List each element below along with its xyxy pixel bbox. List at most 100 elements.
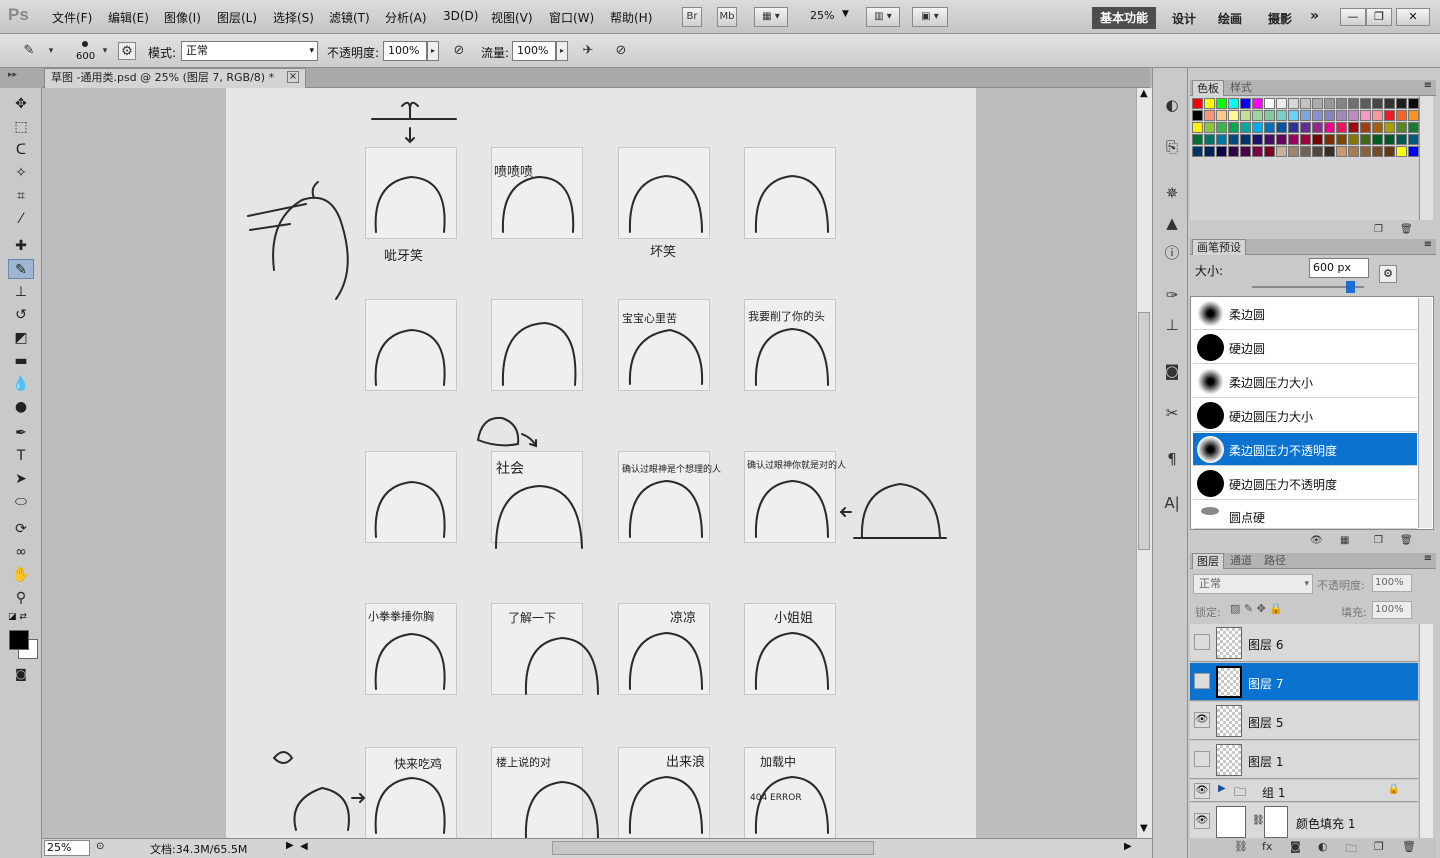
histogram-icon[interactable]: ▲ bbox=[1161, 212, 1183, 234]
flow-input[interactable]: 100% bbox=[512, 41, 556, 61]
color-swatch[interactable] bbox=[1336, 110, 1347, 121]
panel-menu-icon[interactable]: ≡ bbox=[1424, 239, 1432, 250]
brush-size-slider-thumb[interactable] bbox=[1346, 281, 1355, 293]
color-swatch[interactable] bbox=[1408, 98, 1419, 109]
color-swatch[interactable] bbox=[1240, 146, 1251, 157]
color-swatch[interactable] bbox=[1312, 98, 1323, 109]
eye-icon[interactable]: 👁 bbox=[1194, 783, 1210, 799]
swatches-scrollbar[interactable] bbox=[1419, 96, 1433, 220]
color-swatch[interactable] bbox=[1300, 122, 1311, 133]
color-swatch[interactable] bbox=[1312, 146, 1323, 157]
color-swatch[interactable] bbox=[1360, 122, 1371, 133]
color-swatch[interactable] bbox=[1396, 134, 1407, 145]
color-swatch[interactable] bbox=[1228, 146, 1239, 157]
color-swatch[interactable] bbox=[1276, 110, 1287, 121]
brush-preset-item-selected[interactable]: 柔边圆压力不透明度 bbox=[1193, 433, 1417, 466]
color-swatch[interactable] bbox=[1240, 134, 1251, 145]
visibility-toggle[interactable] bbox=[1194, 673, 1210, 689]
brush-preset-item[interactable]: 硬边圆压力不透明度 bbox=[1193, 467, 1417, 500]
color-swatch[interactable] bbox=[1252, 110, 1263, 121]
fill-input[interactable]: 100% bbox=[1372, 601, 1412, 619]
move-tool-icon[interactable]: ✥ bbox=[8, 94, 34, 114]
status-info-icon[interactable]: ⊙ bbox=[96, 841, 104, 852]
brush-tool-icon[interactable]: ✎ bbox=[20, 42, 38, 60]
trash-icon[interactable]: 🗑 bbox=[1400, 224, 1413, 235]
color-swatch[interactable] bbox=[1360, 110, 1371, 121]
color-swatch[interactable] bbox=[1216, 98, 1227, 109]
tablet-size-icon[interactable]: ⊘ bbox=[612, 42, 630, 60]
screen-mode-button[interactable]: ▣ ▾ bbox=[912, 7, 948, 27]
color-swatch[interactable] bbox=[1408, 122, 1419, 133]
3d-panel-icon[interactable]: ✵ bbox=[1161, 182, 1183, 204]
new-group-icon[interactable]: 🗀 bbox=[1346, 840, 1357, 858]
color-swatch[interactable] bbox=[1288, 98, 1299, 109]
brush-panel-icon[interactable]: ✑ bbox=[1161, 284, 1183, 306]
color-swatch[interactable] bbox=[1324, 98, 1335, 109]
minimize-button[interactable]: — bbox=[1340, 8, 1366, 26]
pen-tool-icon[interactable]: ✒ bbox=[8, 423, 34, 443]
document-canvas[interactable]: 呲牙笑 喷喷喷 坏笑 宝宝心里苦 我要削了你的头 社会 确认过眼神是个想理的人 … bbox=[226, 88, 976, 839]
3d-rotate-tool-icon[interactable]: ⟳ bbox=[8, 519, 34, 539]
marquee-tool-icon[interactable]: ⬚ bbox=[8, 117, 34, 137]
color-swatch[interactable] bbox=[1240, 122, 1251, 133]
color-swatch[interactable] bbox=[1312, 122, 1323, 133]
color-swatch[interactable] bbox=[1216, 122, 1227, 133]
zoom-tool-icon[interactable]: ⚲ bbox=[8, 588, 34, 608]
adjustment-layer-icon[interactable]: ◐ bbox=[1318, 840, 1328, 853]
scroll-down-icon[interactable]: ▼ bbox=[1140, 823, 1148, 834]
quick-selection-tool-icon[interactable]: ✧ bbox=[8, 163, 34, 183]
eye-icon[interactable]: 👁 bbox=[1194, 813, 1210, 829]
chevron-down-icon[interactable]: ▾ bbox=[42, 42, 60, 60]
color-swatch[interactable] bbox=[1372, 146, 1383, 157]
menu-image[interactable]: 图像(I) bbox=[164, 9, 201, 26]
color-swatch[interactable] bbox=[1264, 122, 1275, 133]
color-swatch[interactable] bbox=[1288, 110, 1299, 121]
layer-row[interactable]: 图层 6 bbox=[1190, 624, 1418, 662]
color-swatch[interactable] bbox=[1204, 146, 1215, 157]
brush-panel-icon[interactable]: ▦ bbox=[1340, 535, 1349, 546]
new-preset-icon[interactable]: ❐ bbox=[1374, 535, 1383, 546]
menu-file[interactable]: 文件(F) bbox=[52, 9, 92, 26]
crop-tool-icon[interactable]: ⌗ bbox=[8, 186, 34, 206]
tab-paths[interactable]: 路径 bbox=[1260, 553, 1290, 569]
color-swatch[interactable] bbox=[1192, 122, 1203, 133]
color-swatch[interactable] bbox=[1384, 134, 1395, 145]
add-mask-icon[interactable]: ◙ bbox=[1290, 840, 1301, 853]
fill-layer-row[interactable]: 👁 ⛓ 颜色填充 1 bbox=[1190, 803, 1418, 841]
eye-icon[interactable]: 👁 bbox=[1194, 712, 1210, 728]
view-extras-button[interactable]: ▦ ▾ bbox=[754, 7, 788, 27]
flow-slider-toggle[interactable]: ▸ bbox=[556, 41, 568, 61]
document-tab[interactable]: 草图 -通用类.psd @ 25% (图层 7, RGB/8) * × bbox=[44, 68, 306, 88]
tab-swatches[interactable]: 色板 bbox=[1192, 80, 1224, 96]
menu-window[interactable]: 窗口(W) bbox=[549, 9, 594, 26]
link-layers-icon[interactable]: ⛓ bbox=[1234, 840, 1248, 853]
color-swatch[interactable] bbox=[1348, 122, 1359, 133]
3d-orbit-tool-icon[interactable]: ∞ bbox=[8, 542, 34, 562]
brush-size-input[interactable]: 600 px bbox=[1309, 258, 1369, 278]
color-swatch[interactable] bbox=[1300, 110, 1311, 121]
minibridge-button[interactable]: Mb bbox=[717, 7, 737, 27]
color-swatch[interactable] bbox=[1348, 146, 1359, 157]
color-swatch[interactable] bbox=[1360, 134, 1371, 145]
color-swatch[interactable] bbox=[1396, 98, 1407, 109]
vertical-scroll-thumb[interactable] bbox=[1138, 312, 1150, 550]
workspace-essentials-button[interactable]: 基本功能 bbox=[1092, 7, 1156, 29]
color-swatch[interactable] bbox=[1348, 98, 1359, 109]
lasso-tool-icon[interactable]: ᑕ bbox=[8, 140, 34, 160]
close-document-button[interactable]: × bbox=[287, 71, 299, 83]
info-icon[interactable]: ⓘ bbox=[1161, 242, 1183, 264]
color-swatch[interactable] bbox=[1300, 98, 1311, 109]
new-swatch-icon[interactable]: ❐ bbox=[1374, 224, 1383, 235]
workspace-photography-button[interactable]: 摄影 bbox=[1268, 10, 1292, 27]
gradient-tool-icon[interactable]: ▬ bbox=[8, 351, 34, 371]
color-swatch[interactable] bbox=[1288, 146, 1299, 157]
bridge-button[interactable]: Br bbox=[682, 7, 702, 27]
opacity-slider-toggle[interactable]: ▸ bbox=[427, 41, 439, 61]
healing-brush-tool-icon[interactable]: ✚ bbox=[8, 236, 34, 256]
color-swatch[interactable] bbox=[1348, 110, 1359, 121]
airbrush-icon[interactable]: ✈ bbox=[579, 42, 597, 60]
color-swatch[interactable] bbox=[1372, 110, 1383, 121]
color-swatch[interactable] bbox=[1192, 98, 1203, 109]
color-swatch[interactable] bbox=[1408, 146, 1419, 157]
menu-view[interactable]: 视图(V) bbox=[491, 9, 533, 26]
